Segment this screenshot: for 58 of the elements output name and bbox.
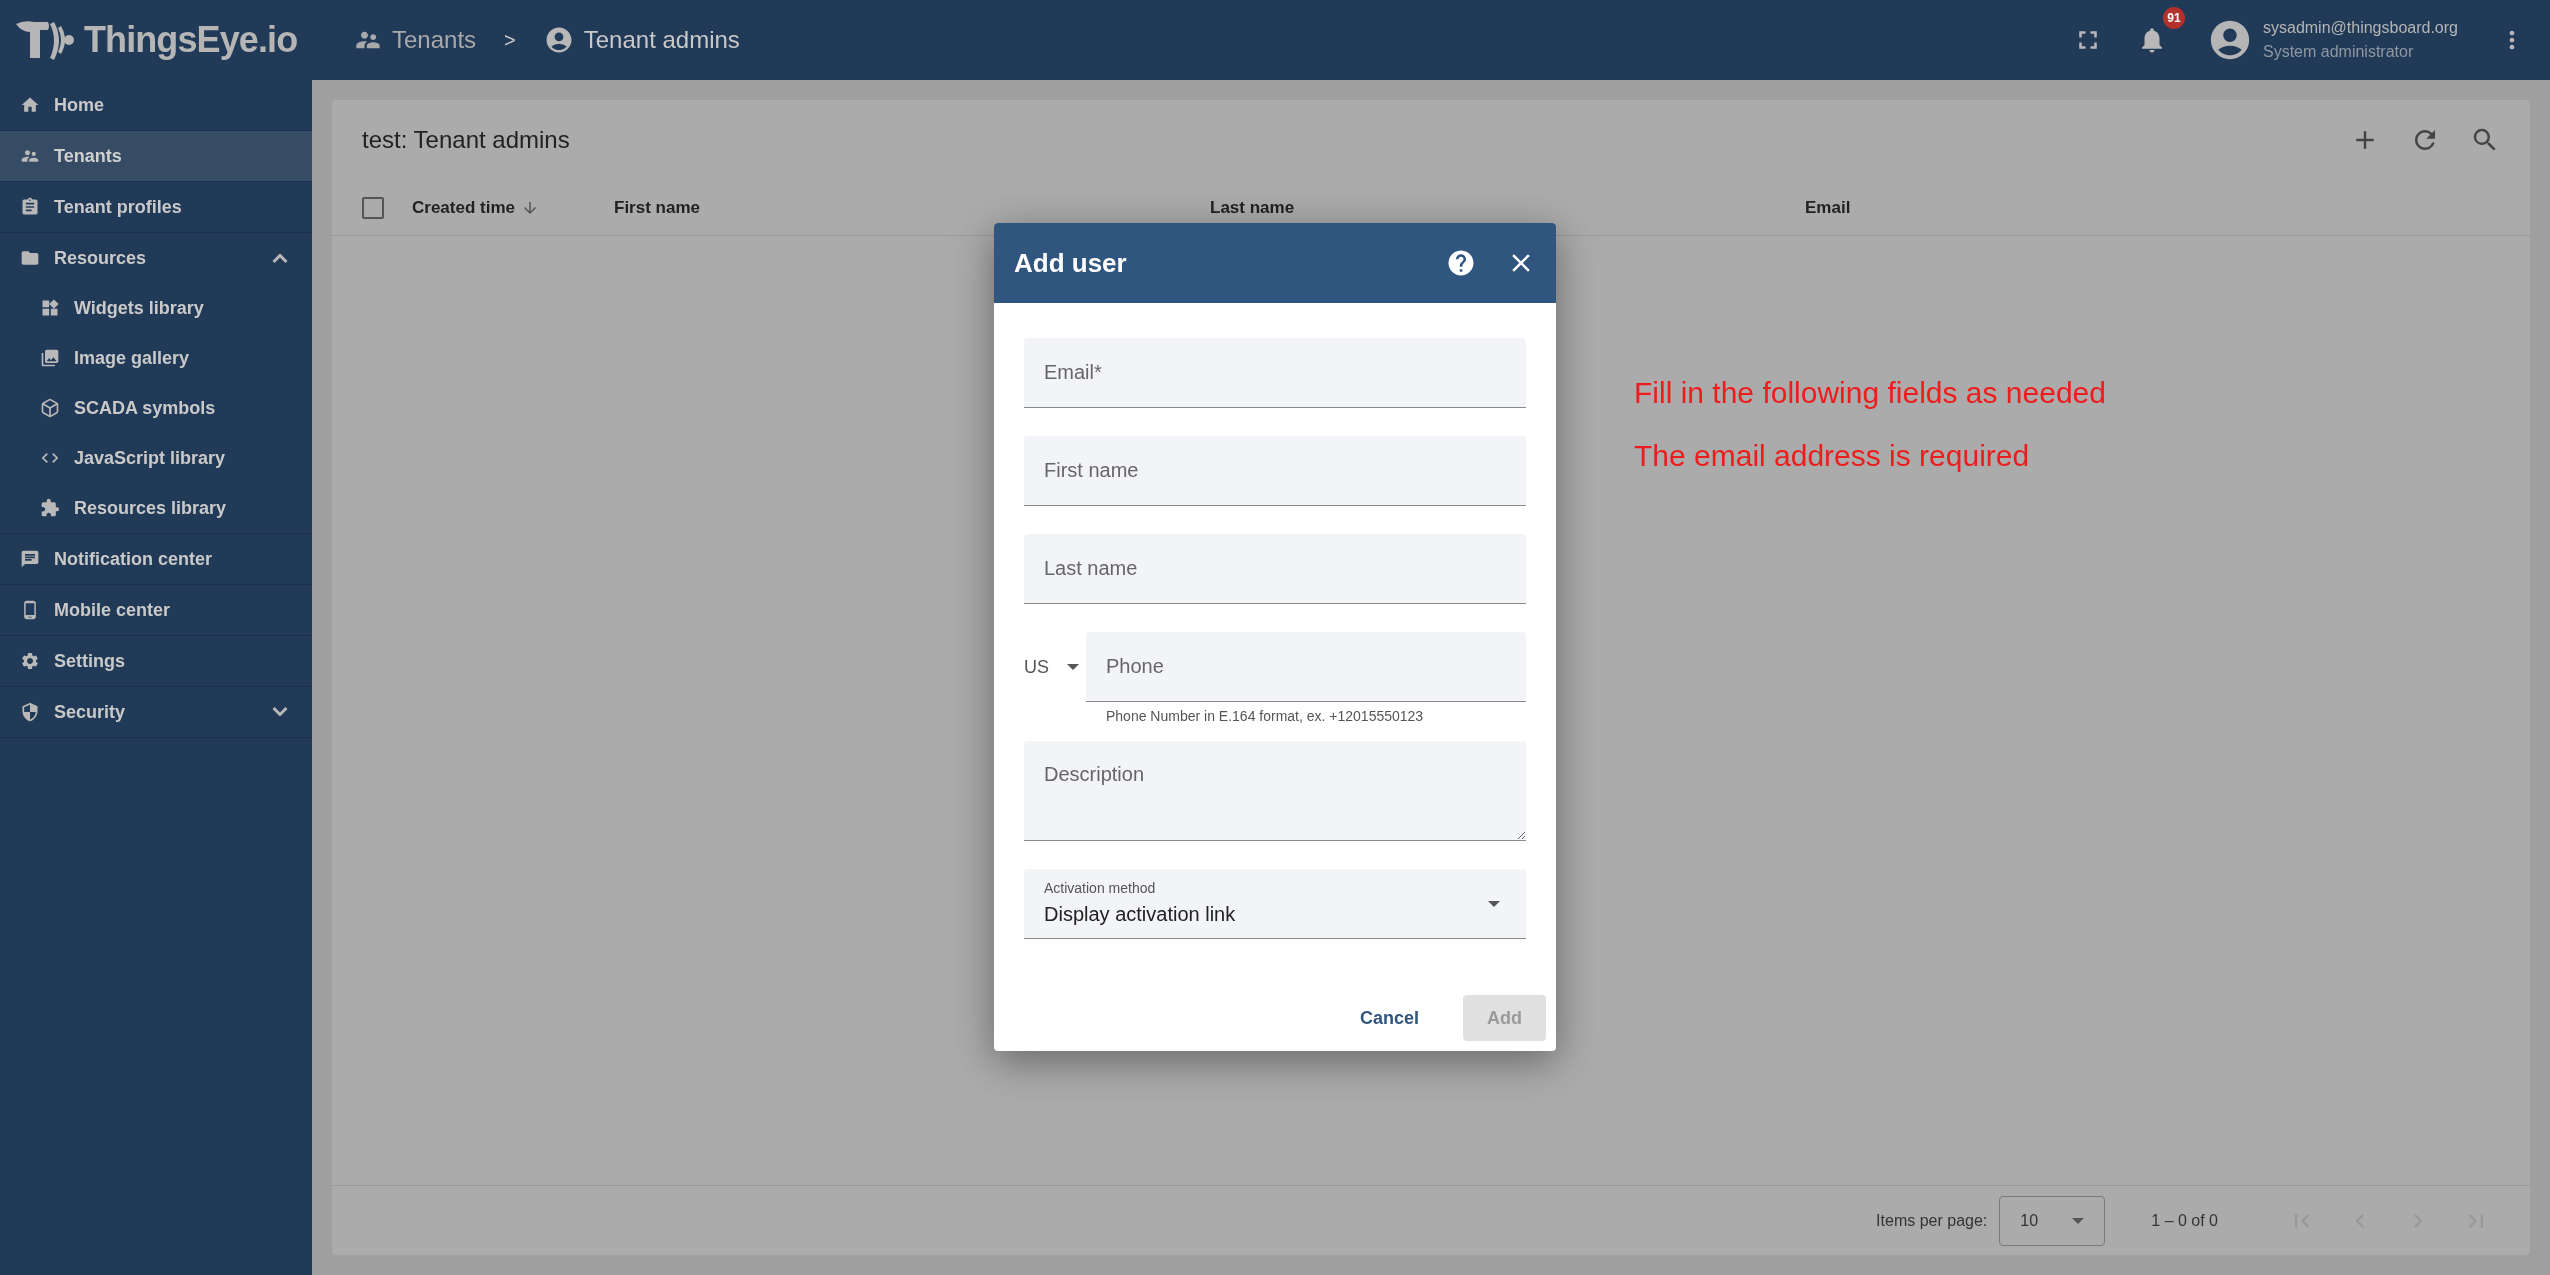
sidebar-item[interactable]: Resources	[0, 233, 312, 283]
breadcrumb-current: Tenant admins	[543, 22, 740, 58]
dialog-title: Add user	[1014, 246, 1128, 280]
sidebar-item[interactable]: Settings	[0, 636, 312, 686]
text-field[interactable]: First name	[1024, 436, 1526, 506]
breadcrumb-link[interactable]: Tenants	[354, 22, 477, 58]
sidebar-item[interactable]: SCADA symbols	[0, 383, 312, 433]
dropdown-icon	[2072, 1217, 2085, 1224]
select-all-checkbox[interactable]	[362, 196, 384, 219]
breadcrumb-separator: >	[504, 28, 516, 53]
pagination-range: 1 – 0 of 0	[2151, 1210, 2218, 1231]
table-title: test: Tenant admins	[362, 125, 571, 155]
activation-select[interactable]: Activation method Display activation link	[1024, 869, 1526, 939]
dropdown-icon	[1488, 900, 1500, 907]
cancel-button[interactable]: Cancel	[1335, 995, 1443, 1041]
home-icon	[20, 95, 40, 115]
column-header[interactable]: First name	[614, 194, 1210, 221]
chat-icon	[20, 549, 40, 569]
chevron-up-icon	[272, 253, 288, 263]
column-header[interactable]: Created time	[412, 194, 614, 221]
user-role: System administrator	[2263, 42, 2415, 62]
folder-icon	[20, 248, 40, 268]
sidebar-item[interactable]: Widgets library	[0, 283, 312, 333]
phone-field[interactable]: Phone	[1086, 632, 1526, 702]
annotation-text: The email address is required	[1634, 438, 2031, 474]
country-select[interactable]: US	[1024, 632, 1086, 702]
document-icon	[20, 197, 40, 217]
page-size-select[interactable]: 10	[1999, 1195, 2106, 1246]
sidebar-item[interactable]: Tenant profiles	[0, 182, 312, 232]
annotation-text: Fill in the following fields as needed	[1634, 375, 2106, 411]
column-header[interactable]: Email	[1805, 194, 2105, 221]
notification-badge: 91	[2163, 7, 2185, 29]
settings-icon	[20, 651, 40, 671]
chevron-down-icon	[272, 707, 288, 717]
text-field[interactable]: Email*	[1024, 338, 1526, 408]
help-icon[interactable]	[1446, 248, 1476, 278]
sidebar-item[interactable]: Resources library	[0, 483, 312, 533]
puzzle-icon	[40, 498, 60, 518]
logo-text: ThingsEye.io	[84, 18, 298, 62]
sidebar-item[interactable]: Home	[0, 80, 312, 130]
user-email: sysadmin@thingsboard.org	[2263, 18, 2458, 38]
sidebar-item[interactable]: Mobile center	[0, 585, 312, 635]
sidebar-item[interactable]: Security	[0, 687, 312, 737]
pagination-label: Items per page:	[1876, 1210, 1988, 1231]
image-icon	[40, 348, 60, 368]
column-header[interactable]: Last name	[1210, 194, 1805, 221]
text-field[interactable]: Last name	[1024, 534, 1526, 604]
sidebar-item[interactable]: Tenants	[0, 131, 312, 181]
dropdown-icon	[1067, 664, 1079, 670]
description-field[interactable]: Description	[1024, 741, 1526, 841]
shield-icon	[20, 702, 40, 722]
hint-text: Phone Number in E.164 format, ex. +12015550123	[1105, 707, 1425, 726]
logo-icon	[14, 18, 76, 62]
sidebar-item[interactable]: Image gallery	[0, 333, 312, 383]
cube-icon	[40, 398, 60, 418]
sidebar-item[interactable]: JavaScript library	[0, 433, 312, 483]
widgets-icon	[40, 298, 60, 318]
sidebar-item[interactable]: Notification center	[0, 534, 312, 584]
